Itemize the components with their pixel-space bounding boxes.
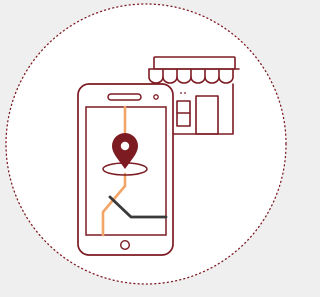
pin-hole — [120, 141, 130, 151]
illustration-canvas — [5, 3, 287, 285]
store-detail-dot — [184, 92, 186, 94]
store-detail-dot — [180, 92, 182, 94]
store-locator-illustration — [0, 0, 287, 297]
